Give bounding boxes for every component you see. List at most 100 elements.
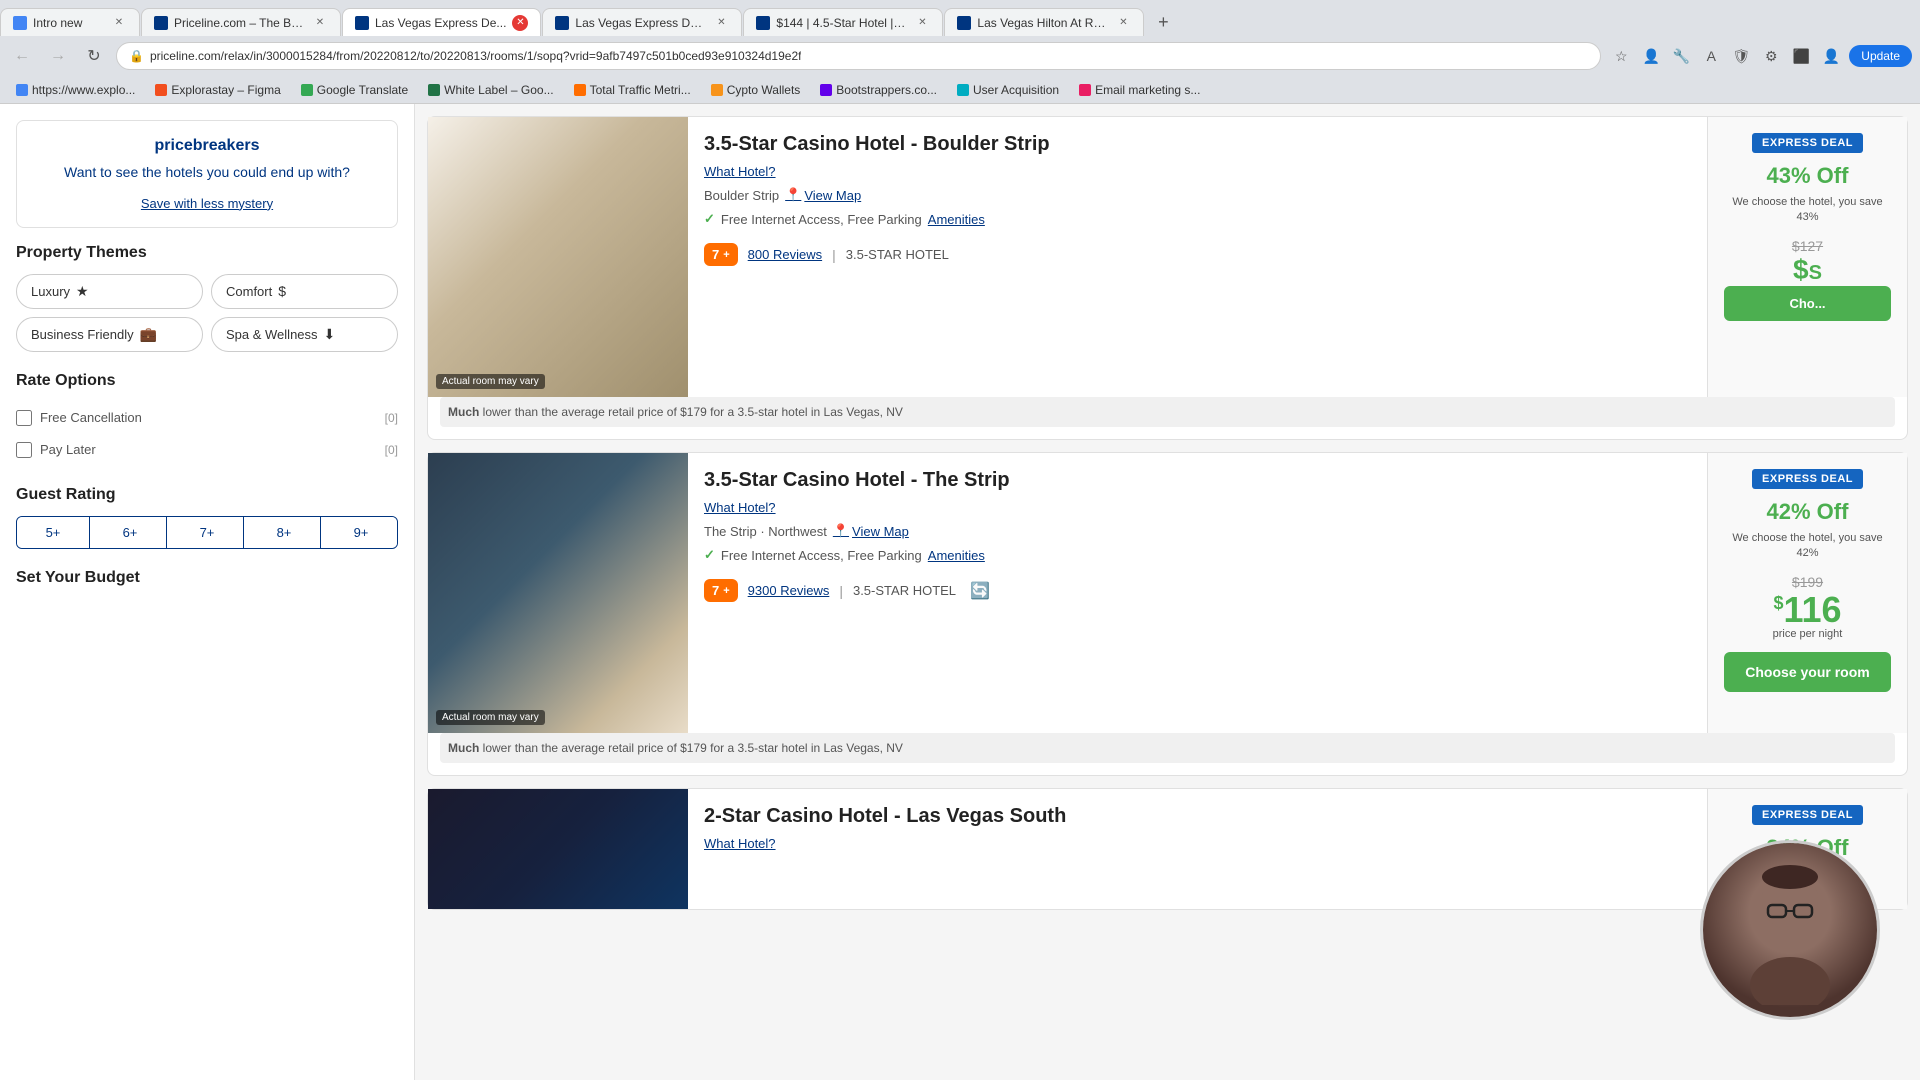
rating-6plus[interactable]: 6+ bbox=[94, 517, 167, 548]
update-button[interactable]: Update bbox=[1849, 45, 1912, 67]
bookmark-explorastay-figma[interactable]: Explorastay – Figma bbox=[147, 81, 288, 99]
rating-9plus[interactable]: 9+ bbox=[325, 517, 397, 548]
tab-las-vegas-hilton[interactable]: Las Vegas Hilton At Resor... ✕ bbox=[944, 8, 1144, 36]
amenities-link-2[interactable]: Amenities bbox=[928, 548, 985, 563]
info-icon-2[interactable]: 🔄 bbox=[970, 581, 990, 601]
theme-business-friendly[interactable]: Business Friendly 💼 bbox=[16, 317, 203, 352]
rating-buttons: 5+ 6+ 7+ 8+ 9+ bbox=[16, 516, 398, 549]
reviews-count-2[interactable]: 9300 Reviews bbox=[748, 583, 830, 598]
luxury-label: Luxury bbox=[31, 284, 70, 299]
tab-close-6[interactable]: ✕ bbox=[1115, 15, 1131, 31]
choose-room-btn-2[interactable]: Choose your room bbox=[1724, 652, 1891, 692]
discount-pct-1: 43% Off bbox=[1767, 163, 1849, 189]
back-button[interactable]: ← bbox=[8, 42, 36, 70]
browser-chrome: Intro new ✕ Priceline.com – The Best ...… bbox=[0, 0, 1920, 104]
what-hotel-link-2[interactable]: What Hotel? bbox=[704, 500, 1691, 515]
budget-section: Set Your Budget bbox=[16, 569, 398, 587]
tab-close-3[interactable]: ✕ bbox=[512, 15, 528, 31]
bookmark-favicon-8 bbox=[957, 84, 969, 96]
hotel-card-3-inner: 2-Star Casino Hotel - Las Vegas South Wh… bbox=[428, 789, 1907, 909]
reload-button[interactable]: ↻ bbox=[80, 42, 108, 70]
profile-icon[interactable]: 👤 bbox=[1639, 44, 1663, 68]
bookmark-favicon-6 bbox=[711, 84, 723, 96]
theme-comfort[interactable]: Comfort $ bbox=[211, 274, 398, 309]
choose-room-btn-1[interactable]: Cho... bbox=[1724, 286, 1891, 321]
bookmark-label-6: Cypto Wallets bbox=[727, 83, 801, 97]
tab-close-1[interactable]: ✕ bbox=[111, 15, 127, 31]
bookmark-google-translate[interactable]: Google Translate bbox=[293, 81, 416, 99]
rating-8plus[interactable]: 8+ bbox=[248, 517, 321, 548]
hotel-deal-2: EXPRESS DEAL 42% Off We choose the hotel… bbox=[1707, 453, 1907, 733]
person-silhouette bbox=[1730, 855, 1850, 1005]
reviews-count-1[interactable]: 800 Reviews bbox=[748, 247, 822, 262]
comfort-icon: $ bbox=[278, 283, 286, 299]
bookmark-bootstrappers[interactable]: Bootstrappers.co... bbox=[812, 81, 945, 99]
forward-button[interactable]: → bbox=[44, 42, 72, 70]
hotel-image-2: Actual room may vary bbox=[428, 453, 688, 733]
hotel-card-1-inner: Actual room may vary 3.5-Star Casino Hot… bbox=[428, 117, 1907, 397]
address-bar-row: ← → ↻ 🔒 priceline.com/relax/in/300001528… bbox=[0, 36, 1920, 76]
bookmark-icon[interactable]: ☆ bbox=[1609, 44, 1633, 68]
pricebreakers-question: Want to see the hotels you could end up … bbox=[33, 163, 381, 183]
bookmark-email-marketing[interactable]: Email marketing s... bbox=[1071, 81, 1208, 99]
tab-las-vegas-express-active[interactable]: Las Vegas Express De... ✕ bbox=[342, 8, 541, 36]
price-per-night-2: price per night bbox=[1773, 628, 1843, 640]
rating-7plus[interactable]: 7+ bbox=[171, 517, 244, 548]
avatar-person bbox=[1703, 843, 1877, 1017]
discount-desc-1: We choose the hotel, you save 43% bbox=[1724, 195, 1891, 226]
discount-pct-2: 42% Off bbox=[1767, 499, 1849, 525]
extension-icon-3[interactable]: 🛡 bbox=[1729, 44, 1753, 68]
save-with-less-link[interactable]: Save with less mystery bbox=[141, 196, 273, 211]
extension-icon-4[interactable]: ⚙ bbox=[1759, 44, 1783, 68]
what-hotel-link-3[interactable]: What Hotel? bbox=[704, 836, 1691, 851]
luxury-icon: ★ bbox=[76, 283, 89, 300]
theme-spa-wellness[interactable]: Spa & Wellness ⬇ bbox=[211, 317, 398, 352]
actual-room-vary-2: Actual room may vary bbox=[436, 710, 545, 725]
hotel-title-1: 3.5-Star Casino Hotel - Boulder Strip bbox=[704, 133, 1691, 156]
tab-close-2[interactable]: ✕ bbox=[312, 15, 328, 31]
bookmark-user-acquisition[interactable]: User Acquisition bbox=[949, 81, 1067, 99]
hotel-card-3: 2-Star Casino Hotel - Las Vegas South Wh… bbox=[427, 788, 1908, 910]
tab-144-hotel[interactable]: $144 | 4.5-Star Hotel | Pri... ✕ bbox=[743, 8, 943, 36]
rating-5plus[interactable]: 5+ bbox=[17, 517, 90, 548]
bookmark-label-8: User Acquisition bbox=[973, 83, 1059, 97]
tab-priceline-best[interactable]: Priceline.com – The Best ... ✕ bbox=[141, 8, 341, 36]
theme-luxury[interactable]: Luxury ★ bbox=[16, 274, 203, 309]
extension-icon-5[interactable]: ⬛ bbox=[1789, 44, 1813, 68]
map-pin-icon-1: 📍 bbox=[785, 187, 801, 203]
bookmark-favicon-1 bbox=[16, 84, 28, 96]
tab-las-vegas-express-2[interactable]: Las Vegas Express Deals:... ✕ bbox=[542, 8, 742, 36]
budget-title: Set Your Budget bbox=[16, 569, 398, 587]
current-price-2: $116 bbox=[1773, 592, 1841, 628]
address-bar[interactable]: 🔒 priceline.com/relax/in/3000015284/from… bbox=[116, 42, 1601, 70]
price-note-1: Much lower than the average retail price… bbox=[440, 397, 1895, 427]
amenities-link-1[interactable]: Amenities bbox=[928, 212, 985, 227]
view-map-link-1[interactable]: 📍 View Map bbox=[785, 187, 861, 203]
bookmark-favicon-7 bbox=[820, 84, 832, 96]
tab-bar: Intro new ✕ Priceline.com – The Best ...… bbox=[0, 0, 1920, 36]
extension-icon-6[interactable]: 👤 bbox=[1819, 44, 1843, 68]
bookmark-white-label[interactable]: White Label – Goo... bbox=[420, 81, 561, 99]
bookmark-label-7: Bootstrappers.co... bbox=[836, 83, 937, 97]
free-cancellation-count: [0] bbox=[385, 411, 398, 425]
extension-icon-1[interactable]: 🔧 bbox=[1669, 44, 1693, 68]
view-map-link-2[interactable]: 📍 View Map bbox=[833, 523, 909, 539]
bookmark-crypto[interactable]: Cypto Wallets bbox=[703, 81, 809, 99]
guest-rating-title: Guest Rating bbox=[16, 486, 398, 504]
bookmark-label-9: Email marketing s... bbox=[1095, 83, 1200, 97]
pay-later-checkbox[interactable] bbox=[16, 442, 32, 458]
guest-rating-section: Guest Rating 5+ 6+ 7+ 8+ 9+ bbox=[16, 486, 398, 549]
what-hotel-link-1[interactable]: What Hotel? bbox=[704, 164, 1691, 179]
free-cancellation-checkbox[interactable] bbox=[16, 410, 32, 426]
tab-close-4[interactable]: ✕ bbox=[713, 15, 729, 31]
tab-close-5[interactable]: ✕ bbox=[914, 15, 930, 31]
bookmark-explorastay-url[interactable]: https://www.explo... bbox=[8, 81, 143, 99]
bookmark-total-traffic[interactable]: Total Traffic Metri... bbox=[566, 81, 699, 99]
map-pin-icon-2: 📍 bbox=[833, 523, 849, 539]
new-tab-button[interactable]: + bbox=[1149, 8, 1177, 36]
tab-intro-new[interactable]: Intro new ✕ bbox=[0, 8, 140, 36]
pay-later-row: Pay Later [0] bbox=[16, 434, 398, 466]
address-text: priceline.com/relax/in/3000015284/from/2… bbox=[150, 49, 802, 63]
rating-badge-1: 7+ bbox=[704, 243, 738, 266]
extension-icon-2[interactable]: A bbox=[1699, 44, 1723, 68]
